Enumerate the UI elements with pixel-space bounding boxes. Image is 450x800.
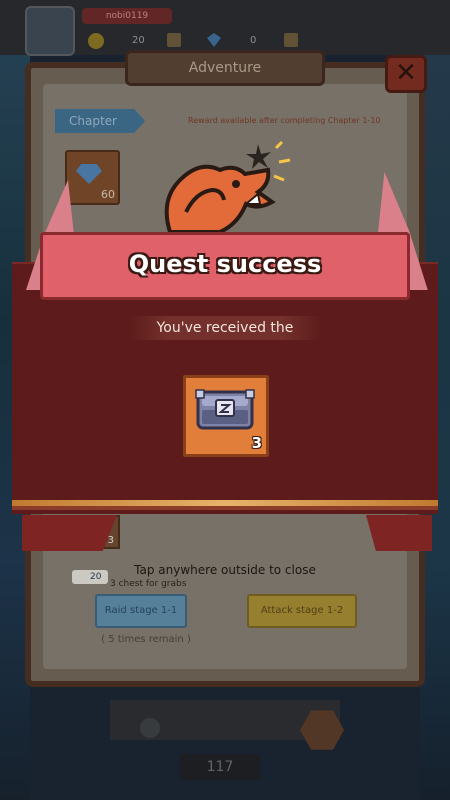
quest-success-title: Quest success xyxy=(128,250,322,278)
reward-quantity: 3 xyxy=(251,434,262,452)
chest-icon xyxy=(195,389,255,430)
reward-item-card[interactable]: 3 xyxy=(183,375,269,457)
fox-emblem-icon xyxy=(164,140,291,234)
close-hint: Tap anywhere outside to close xyxy=(134,563,316,577)
popup-side-flag-right xyxy=(366,515,432,551)
popup-side-flag-left xyxy=(22,515,117,551)
popup-trim-line xyxy=(12,506,438,510)
received-text: You've received the xyxy=(156,320,294,336)
